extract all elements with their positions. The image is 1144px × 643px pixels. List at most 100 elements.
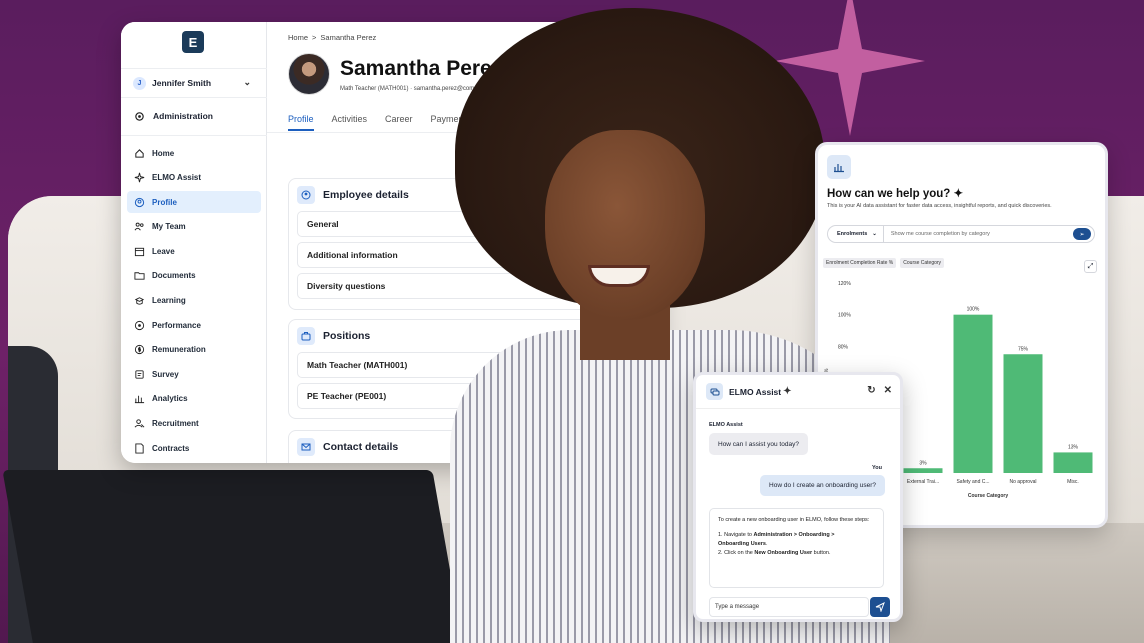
data-label: 75% [1018,346,1029,352]
refresh-icon[interactable]: ↻ [867,385,875,396]
breadcrumb-current: Samantha Perez [320,33,377,42]
sidebar-item-label: Contracts [152,443,190,453]
sidebar-nav: Home ELMO Assist Profile My Team Leave Docume… [127,142,261,462]
chat-header: ELMO Assist ✦ ↻ ✕ [696,375,900,409]
data-label: 100% [967,307,980,313]
user-avatar: J [133,76,146,90]
breadcrumb: Home > Samantha Perez [288,33,376,42]
sidebar-item-my-team[interactable]: My Team [127,216,261,238]
contract-icon [135,443,144,454]
y-tick-label: 80% [838,344,849,350]
user-label: You [872,465,882,471]
dataset-dropdown[interactable]: Enrolments ⌄ [828,226,884,242]
sparkle-icon: ✦ [953,188,964,200]
x-tick-label: No approval [1010,479,1037,485]
chat-title: ELMO Assist [729,386,782,397]
data-label: 3% [919,460,927,466]
data-label: 13% [1068,444,1079,450]
sidebar-item-analytics[interactable]: Analytics [127,388,261,410]
analytics-icon [827,155,851,179]
sidebar-item-documents[interactable]: Documents [127,265,261,287]
chevron-down-icon: ⌄ [872,231,877,237]
expand-icon[interactable]: ⤢ [1084,260,1097,273]
mail-icon [297,438,315,456]
dollar-icon [134,345,145,355]
survey-icon [135,370,144,379]
field-chip[interactable]: Course Category [900,258,945,268]
assistant-message: How can I assist you today? [709,433,808,455]
sidebar-item-label: Documents [152,271,196,281]
bar [1053,452,1093,473]
sidebar-item-label: Recruitment [152,419,199,429]
user-switcher[interactable]: J Jennifer Smith ⌄ [121,68,267,98]
laptop-image [2,470,468,643]
folder-icon [134,272,145,281]
sidebar-item-label: Home [152,148,175,158]
sidebar-item-survey[interactable]: Survey [127,363,261,385]
send-button[interactable] [870,597,890,617]
tab-activities[interactable]: Activities [332,114,368,131]
briefcase-icon [297,327,315,345]
profile-avatar [288,53,330,95]
bar [1003,354,1043,473]
query-bar: Enrolments ⌄ Show me course completion by… [827,225,1095,243]
section-title: Contact details [323,441,399,453]
breadcrumb-home[interactable]: Home [288,33,308,42]
elmo-logo: E [182,31,204,53]
send-button[interactable]: ➢ [1073,228,1091,240]
sparkle-icon [134,172,145,183]
sidebar-item-label: Performance [152,320,201,330]
assistant-answer: To create a new onboarding user in ELMO,… [709,508,884,588]
x-tick-label: External Trai... [907,479,939,485]
message-input[interactable]: Type a message [709,597,869,617]
sidebar-item-label: Analytics [152,394,188,404]
y-tick-label: 120% [838,281,851,287]
x-tick-label: Safety and C... [956,479,989,485]
y-tick-label: 100% [838,313,851,319]
learning-icon [134,297,145,305]
sidebar: E J Jennifer Smith ⌄ Administration Home… [121,22,267,463]
chevron-down-icon: ⌄ [243,77,251,87]
tab-profile[interactable]: Profile [288,114,314,131]
sidebar-item-home[interactable]: Home [127,142,261,164]
user-icon [297,186,315,204]
sidebar-item-performance[interactable]: Performance [127,314,261,336]
page-title: Samantha Perez [340,57,503,80]
sidebar-item-learning[interactable]: Learning [127,290,261,312]
field-chip[interactable]: Enrolment Completion Rate % [823,258,897,268]
bar [953,314,993,473]
section-title: Employee details [323,189,409,201]
sidebar-item-label: Administration [153,111,213,121]
sidebar-item-elmo-assist[interactable]: ELMO Assist [127,167,261,189]
query-input[interactable]: Show me course completion by category [884,231,990,237]
sidebar-item-leave[interactable]: Leave [127,240,261,262]
sidebar-item-label: ELMO Assist [152,173,202,183]
chat-icon [706,383,723,400]
assistant-description: This is your AI data assistant for faste… [827,203,1052,209]
sparkle-icon: ✦ [783,386,792,397]
tab-career[interactable]: Career [385,114,413,131]
calendar-icon [134,247,145,256]
sidebar-item-label: Leave [152,246,175,256]
analytics-icon [134,396,145,404]
section-title: Positions [323,330,371,342]
chart-fields: Enrolment Completion Rate % Course Categ… [823,258,945,268]
sidebar-item-label: Survey [152,369,179,379]
sidebar-item-remuneration[interactable]: Remuneration [127,339,261,361]
team-icon [134,222,144,231]
elmo-assist-chat: ELMO Assist ✦ ↻ ✕ ELMO Assist How can I as… [693,372,903,622]
sidebar-item-contracts[interactable]: Contracts [127,437,261,459]
bar [903,468,943,473]
x-axis-label: Course Category [968,493,1009,499]
user-name: Jennifer Smith [152,78,212,88]
sidebar-item-label: My Team [152,222,186,232]
sidebar-item-recruitment[interactable]: Recruitment [127,413,261,435]
sidebar-item-label: Profile [152,197,177,207]
close-icon[interactable]: ✕ [884,385,892,396]
target-icon [134,320,145,330]
profile-icon [134,197,145,207]
assistant-heading: How can we help you? ✦ [827,188,964,200]
sidebar-item-label: Remuneration [152,345,206,355]
sidebar-item-administration[interactable]: Administration [121,106,267,126]
sidebar-item-profile[interactable]: Profile [127,191,261,214]
